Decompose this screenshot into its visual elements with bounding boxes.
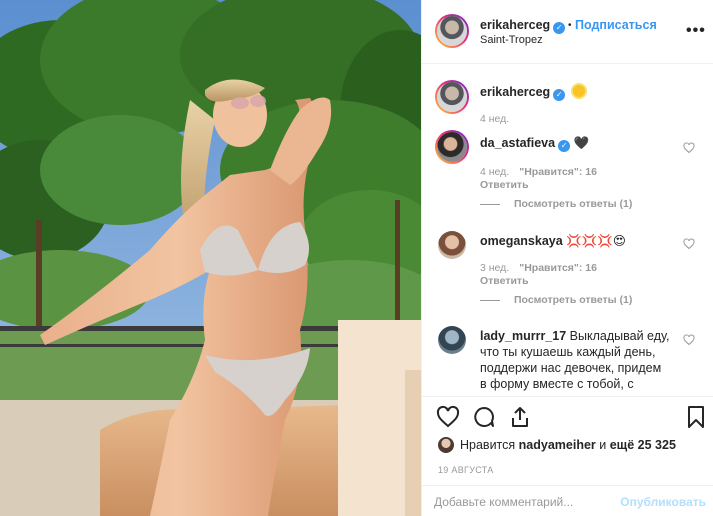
view-replies-button[interactable]: Посмотреть ответы (1) xyxy=(480,294,632,306)
post-actions: Нравится nadyameiher и ещё 25 325 19 АВГ… xyxy=(422,396,713,516)
commenter-avatar[interactable] xyxy=(435,130,469,164)
author-username-text[interactable]: erikaherceg xyxy=(480,18,550,32)
comment-likes[interactable]: "Нравится": 16 xyxy=(519,262,597,274)
post-header: erikaherceg ✓ • Подписаться Saint-Tropez … xyxy=(422,0,713,64)
comment-text: lady_murrr_17 Выкладывай еду, xyxy=(480,328,669,344)
post-date[interactable]: 19 АВГУСТА xyxy=(438,465,494,475)
thread-line xyxy=(480,299,500,301)
thread-line xyxy=(480,203,500,205)
verified-badge-icon: ✓ xyxy=(553,89,566,101)
location-link[interactable]: Saint-Tropez xyxy=(480,34,543,46)
view-replies-label[interactable]: Посмотреть ответы (1) xyxy=(514,198,632,210)
comment-body-line: в форму вместе с тобой, с xyxy=(480,377,634,391)
comment-body-line: Выкладывай еду, xyxy=(569,329,670,343)
share-icon[interactable] xyxy=(508,405,532,429)
comment-time[interactable]: 4 нед. xyxy=(480,166,509,178)
comment-like-heart-icon[interactable] xyxy=(683,334,695,346)
verified-badge-icon: ✓ xyxy=(553,22,566,34)
follow-button[interactable]: Подписаться xyxy=(575,18,657,32)
header-separator: • xyxy=(568,20,572,31)
liker-username[interactable]: nadyameiher xyxy=(519,438,596,452)
view-replies-button[interactable]: Посмотреть ответы (1) xyxy=(480,198,632,210)
caption-text: erikaherceg ✓ xyxy=(480,84,585,101)
comment-meta: 3 нед. "Нравится": 16 xyxy=(480,262,597,274)
view-replies-label[interactable]: Посмотреть ответы (1) xyxy=(514,294,632,306)
liked-prefix: Нравится xyxy=(460,438,516,452)
liked-by-summary: Нравится nadyameiher и ещё 25 325 xyxy=(438,437,676,453)
verified-badge-icon: ✓ xyxy=(558,140,571,152)
author-username[interactable]: erikaherceg ✓ xyxy=(480,18,566,34)
comment-body: 🖤 xyxy=(573,136,590,150)
caption-username[interactable]: erikaherceg xyxy=(480,85,550,99)
commenter-avatar[interactable] xyxy=(438,326,466,354)
comment-bubble-icon[interactable] xyxy=(472,405,496,429)
reply-button[interactable]: Ответить xyxy=(480,275,529,287)
comment-text: da_astafieva ✓ 🖤 xyxy=(480,135,589,152)
add-comment-row: Опубликовать xyxy=(422,485,713,516)
comment-likes[interactable]: "Нравится": 16 xyxy=(519,166,597,178)
comment-meta: 4 нед. "Нравится": 16 xyxy=(480,166,597,178)
caption-time[interactable]: 4 нед. xyxy=(480,113,509,125)
comment-username[interactable]: lady_murrr_17 xyxy=(480,329,566,343)
comment-like-heart-icon[interactable] xyxy=(683,238,695,250)
caption-author-avatar[interactable] xyxy=(435,80,469,114)
author-avatar[interactable] xyxy=(435,14,469,48)
reply-button[interactable]: Ответить xyxy=(480,179,529,191)
comment-username[interactable]: omeganskaya xyxy=(480,234,563,248)
like-heart-icon[interactable] xyxy=(436,405,460,429)
post-sidebar: erikaherceg ✓ • Подписаться Saint-Tropez … xyxy=(421,0,713,516)
comment-like-heart-icon[interactable] xyxy=(683,142,695,154)
comment-text: omeganskaya 💢💢💢😍 xyxy=(480,233,626,249)
publish-button[interactable]: Опубликовать xyxy=(620,495,706,509)
bookmark-icon[interactable] xyxy=(686,405,706,429)
comments-list[interactable]: erikaherceg ✓ 4 нед. da_astafieva ✓ 🖤 4 не… xyxy=(422,64,713,396)
post-photo[interactable] xyxy=(0,0,421,516)
comment-body: 💢💢💢😍 xyxy=(566,234,626,248)
commenter-avatar[interactable] xyxy=(438,231,466,259)
likes-count[interactable]: ещё 25 325 xyxy=(610,438,676,452)
more-options-icon[interactable]: ••• xyxy=(686,22,706,40)
sun-emoji-icon xyxy=(572,85,585,97)
beach-photo-illustration xyxy=(0,0,421,516)
liked-and: и xyxy=(599,438,607,452)
comment-username[interactable]: da_astafieva xyxy=(480,136,555,150)
comment-body-line: поддержи нас девочек, придем xyxy=(480,361,662,375)
liker-avatar[interactable] xyxy=(438,437,454,453)
comment-body-line: что ты кушаешь каждый день, xyxy=(480,345,656,359)
comment-time[interactable]: 3 нед. xyxy=(480,262,509,274)
add-comment-input[interactable] xyxy=(434,492,614,512)
